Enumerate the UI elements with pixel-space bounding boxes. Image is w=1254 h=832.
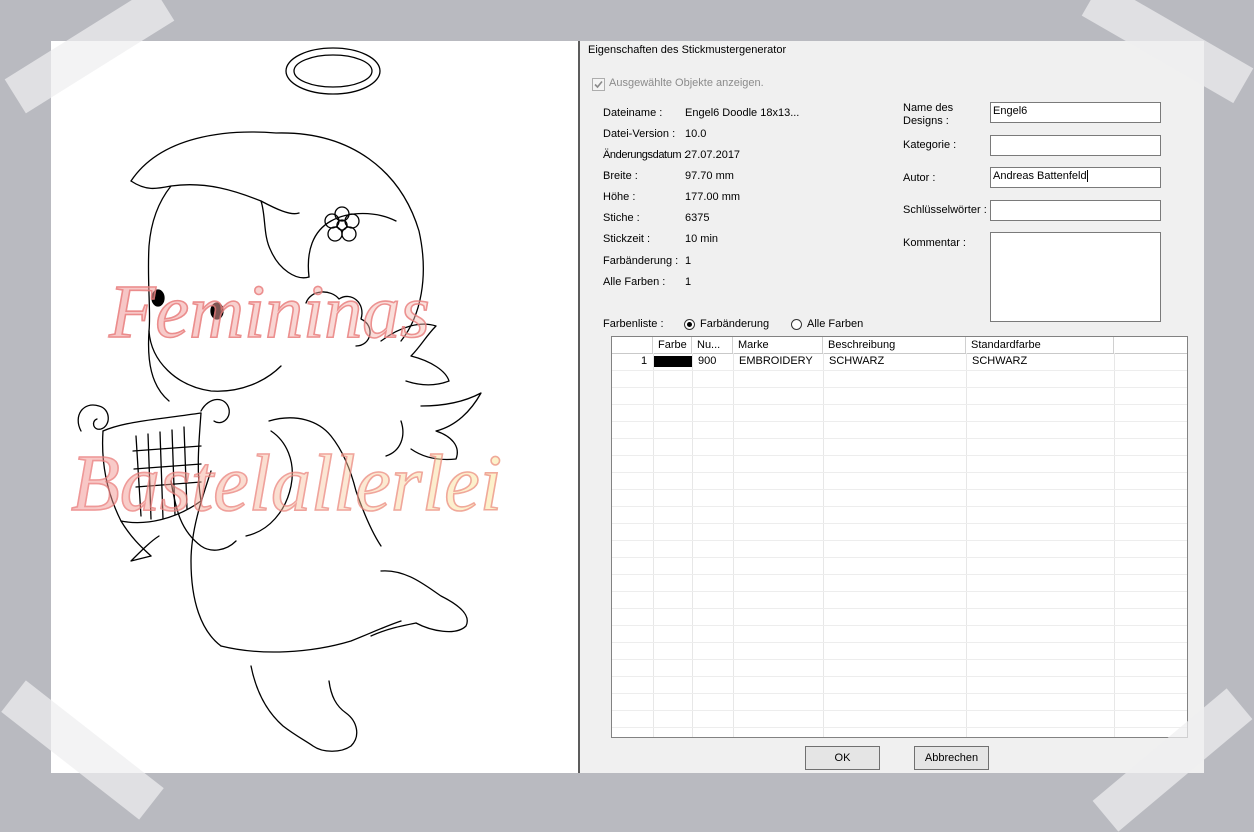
dialog-title: Eigenschaften des Stickmustergenerator [588, 44, 787, 56]
grid-column-line [733, 353, 734, 737]
grid-row-line [612, 506, 1187, 507]
grid-row-line [612, 642, 1187, 643]
info-label-version: Datei-Version : [603, 128, 676, 140]
row-standard-color: SCHWARZ [972, 355, 1028, 367]
info-value-width: 97.70 mm [685, 170, 734, 182]
grid-row-line [612, 710, 1187, 711]
info-label-stitch-time: Stickzeit : [603, 233, 651, 245]
info-value-color-changes: 1 [685, 255, 692, 267]
design-name-label: Name des Designs : [903, 102, 954, 127]
info-value-modified: 27.07.2017 [685, 149, 741, 161]
grid-column-line [653, 353, 654, 737]
radio-color-change[interactable] [684, 319, 695, 330]
comment-label: Kommentar : [903, 237, 966, 249]
category-input[interactable] [990, 135, 1161, 156]
grid-column-line [692, 353, 693, 737]
grid-row-line [612, 455, 1187, 456]
grid-row-line [612, 387, 1187, 388]
table-header: Farbe Nu... Marke Beschreibung Standardf… [612, 337, 1187, 354]
info-label-modified: Änderungsdatum : [603, 149, 687, 161]
grid-column-line [823, 353, 824, 737]
grid-row-line [612, 557, 1187, 558]
column-header-number[interactable]: Nu... [692, 337, 733, 353]
column-header-description[interactable]: Beschreibung [823, 337, 966, 353]
angel-design-preview [77, 47, 482, 752]
grid-row-line [612, 591, 1187, 592]
keywords-input[interactable] [990, 200, 1161, 221]
grid-column-line [1114, 353, 1115, 737]
show-selected-label: Ausgewählte Objekte anzeigen. [609, 77, 764, 89]
info-label-width: Breite : [603, 170, 638, 182]
info-label-stitches: Stiche : [603, 212, 640, 224]
author-value: Andreas Battenfeld [993, 170, 1087, 182]
author-label: Autor : [903, 172, 936, 184]
grid-row-line [612, 370, 1187, 371]
design-preview-canvas[interactable]: Femininas Bastelallerlei [51, 41, 578, 773]
info-value-stitch-time: 10 min [685, 233, 719, 245]
text-caret [1086, 170, 1088, 183]
keywords-label: Schlüsselwörter : [903, 204, 987, 216]
color-swatch [654, 356, 692, 367]
row-brand: EMBROIDERY [739, 355, 813, 367]
colorlist-label: Farbenliste : [603, 318, 664, 330]
row-description: SCHWARZ [829, 355, 885, 367]
grid-row-line [612, 489, 1187, 490]
info-value-all-colors: 1 [685, 276, 692, 288]
info-label-color-changes: Farbänderung : [603, 255, 679, 267]
grid-row-line [612, 438, 1187, 439]
grid-row-line [612, 421, 1187, 422]
ok-button[interactable]: OK [805, 746, 880, 770]
column-header-color[interactable]: Farbe [653, 337, 692, 353]
info-value-filename: Engel6 Doodle 18x13... [685, 107, 800, 119]
column-header-standard-color[interactable]: Standardfarbe [966, 337, 1114, 353]
cancel-button[interactable]: Abbrechen [914, 746, 989, 770]
grid-row-line [612, 540, 1187, 541]
properties-dialog: Eigenschaften des Stickmustergenerator A… [580, 41, 1204, 773]
radio-selected-dot [687, 322, 692, 327]
radio-color-change-label[interactable]: Farbänderung [700, 318, 769, 330]
info-label-all-colors: Alle Farben : [603, 276, 666, 288]
grid-row-line [612, 659, 1187, 660]
grid-row-line [612, 472, 1187, 473]
grid-row-line [612, 608, 1187, 609]
show-selected-checkbox[interactable] [592, 78, 605, 91]
color-table[interactable]: Farbe Nu... Marke Beschreibung Standardf… [611, 336, 1188, 738]
column-header-index[interactable] [612, 337, 653, 353]
checkmark-icon [594, 80, 603, 89]
info-label-height: Höhe : [603, 191, 636, 203]
grid-column-line [966, 353, 967, 737]
comment-textarea[interactable] [990, 232, 1161, 322]
row-index: 1 [641, 355, 648, 367]
info-value-height: 177.00 mm [685, 191, 741, 203]
info-value-stitches: 6375 [685, 212, 710, 224]
category-label: Kategorie : [903, 139, 957, 151]
column-header-brand[interactable]: Marke [733, 337, 823, 353]
radio-all-colors[interactable] [791, 319, 802, 330]
row-number: 900 [698, 355, 717, 367]
info-value-version: 10.0 [685, 128, 707, 140]
author-input[interactable]: Andreas Battenfeld [990, 167, 1161, 188]
grid-row-line [612, 693, 1187, 694]
grid-row-line [612, 523, 1187, 524]
grid-row-line [612, 625, 1187, 626]
grid-row-line [612, 676, 1187, 677]
design-name-value: Engel6 [993, 105, 1028, 117]
radio-all-colors-label[interactable]: Alle Farben [807, 318, 863, 330]
grid-row-line [612, 404, 1187, 405]
grid-row-line [612, 574, 1187, 575]
design-name-input[interactable]: Engel6 [990, 102, 1161, 123]
info-label-filename: Dateiname : [603, 107, 663, 119]
grid-row-line [612, 727, 1187, 728]
